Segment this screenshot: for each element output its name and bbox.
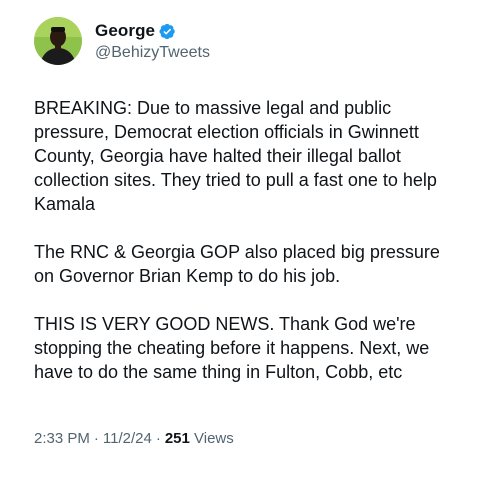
tweet-paragraph-2: The RNC & Georgia GOP also placed big pr… (34, 242, 440, 286)
author-names: George @BehizyTweets (95, 20, 210, 62)
name-row: George (95, 20, 210, 42)
user-handle[interactable]: @BehizyTweets (95, 44, 210, 62)
meta-separator: · (93, 430, 99, 447)
verified-badge-icon[interactable] (159, 23, 176, 40)
views-count[interactable]: 251 (165, 430, 190, 447)
tweet-card: George @BehizyTweets BREAKING: Due to ma… (0, 0, 500, 477)
tweet-meta: 2:33 PM · 11/2/24 · 251 Views (34, 430, 234, 447)
meta-separator-2: · (155, 430, 161, 447)
tweet-header: George @BehizyTweets (34, 13, 210, 69)
views-label: Views (194, 430, 234, 447)
user-avatar-icon[interactable] (34, 17, 82, 65)
avatar-image (34, 17, 82, 65)
tweet-text: BREAKING: Due to massive legal and publi… (34, 96, 479, 384)
tweet-time[interactable]: 2:33 PM (34, 430, 90, 447)
tweet-date[interactable]: 11/2/24 (103, 430, 152, 447)
tweet-paragraph-3: THIS IS VERY GOOD NEWS. Thank God we're … (34, 314, 430, 382)
display-name[interactable]: George (95, 21, 155, 41)
tweet-paragraph-1: BREAKING: Due to massive legal and publi… (34, 98, 437, 214)
